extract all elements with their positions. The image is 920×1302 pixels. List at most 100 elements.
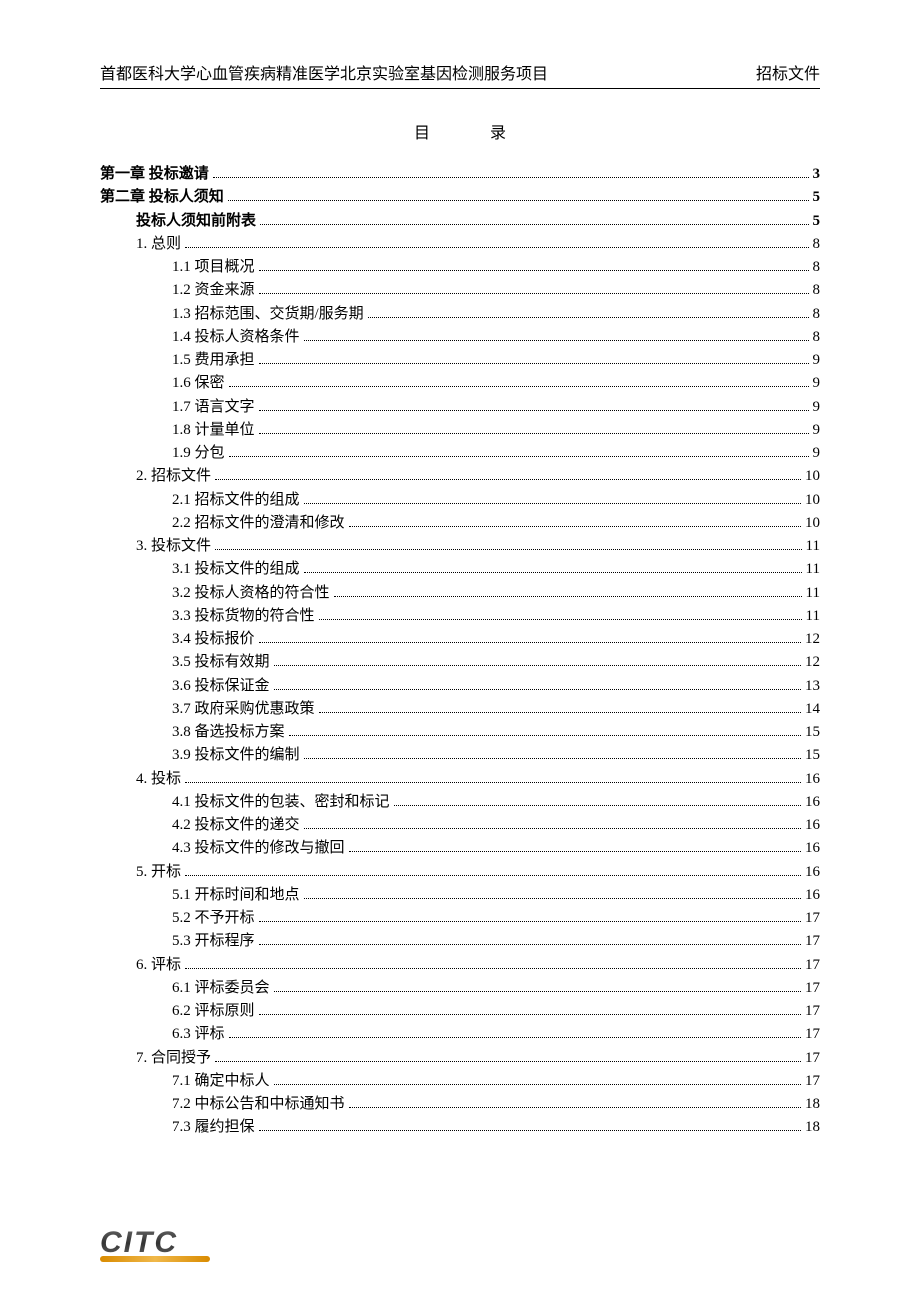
toc-page: 12 — [805, 628, 820, 651]
toc-row: 7.1 确定中标人 17 — [100, 1070, 820, 1093]
toc-page: 3 — [813, 163, 821, 186]
toc-row: 1.3 招标范围、交货期/服务期8 — [100, 303, 820, 326]
toc-row: 1.4 投标人资格条件8 — [100, 326, 820, 349]
toc-page: 10 — [805, 465, 820, 488]
header-right: 招标文件 — [756, 60, 820, 84]
toc-label: 3.2 投标人资格的符合性 — [172, 582, 330, 605]
toc-page: 10 — [805, 512, 820, 535]
toc-label: 7.2 中标公告和中标通知书 — [172, 1093, 345, 1116]
toc-page: 16 — [805, 861, 820, 884]
toc-row: 5. 开标16 — [100, 861, 820, 884]
toc-row: 4.3 投标文件的修改与撤回 16 — [100, 837, 820, 860]
toc-page: 11 — [806, 605, 820, 628]
toc-row: 1.1 项目概况8 — [100, 256, 820, 279]
toc-dots — [274, 665, 801, 666]
toc-dots — [304, 503, 801, 504]
toc-label: 4.3 投标文件的修改与撤回 — [172, 837, 345, 860]
toc-dots — [229, 456, 809, 457]
toc-page: 15 — [805, 721, 820, 744]
toc-page: 15 — [805, 744, 820, 767]
toc-row: 4.2 投标文件的递交16 — [100, 814, 820, 837]
toc-label: 1.5 费用承担 — [172, 349, 255, 372]
toc-dots — [274, 689, 801, 690]
toc-label: 第二章 投标人须知 — [100, 186, 224, 209]
toc-page: 13 — [805, 675, 820, 698]
toc-page: 17 — [805, 954, 820, 977]
toc-page: 5 — [813, 186, 821, 209]
toc-page: 17 — [805, 1047, 820, 1070]
toc-page: 17 — [805, 1023, 820, 1046]
toc-page: 16 — [805, 837, 820, 860]
toc-dots — [349, 526, 801, 527]
toc-page: 17 — [805, 1070, 820, 1093]
toc-label: 4.1 投标文件的包装、密封和标记 — [172, 791, 390, 814]
toc-label: 1.3 招标范围、交货期/服务期 — [172, 303, 364, 326]
toc-row: 7. 合同授予17 — [100, 1047, 820, 1070]
header-left: 首都医科大学心血管疾病精准医学北京实验室基因检测服务项目 — [100, 60, 548, 84]
toc-page: 17 — [805, 1000, 820, 1023]
toc-dots — [274, 991, 801, 992]
toc-label: 2.2 招标文件的澄清和修改 — [172, 512, 345, 535]
toc-label: 6.3 评标 — [172, 1023, 225, 1046]
toc-row: 3.9 投标文件的编制15 — [100, 744, 820, 767]
toc-row: 3. 投标文件 11 — [100, 535, 820, 558]
toc-page: 17 — [805, 930, 820, 953]
toc-page: 17 — [805, 907, 820, 930]
logo-text: CITC — [100, 1226, 210, 1260]
toc-row: 3.2 投标人资格的符合性 11 — [100, 582, 820, 605]
toc-label: 3.1 投标文件的组成 — [172, 558, 300, 581]
toc-row: 1.8 计量单位9 — [100, 419, 820, 442]
toc-label: 3.6 投标保证金 — [172, 675, 270, 698]
toc-dots — [185, 782, 801, 783]
toc-label: 5.1 开标时间和地点 — [172, 884, 300, 907]
toc-label: 1.6 保密 — [172, 372, 225, 395]
toc-label: 3.3 投标货物的符合性 — [172, 605, 315, 628]
toc-page: 18 — [805, 1116, 820, 1139]
toc-label: 第一章 投标邀请 — [100, 163, 209, 186]
toc-dots — [349, 851, 801, 852]
toc-label: 2. 招标文件 — [136, 465, 211, 488]
toc-dots — [304, 898, 801, 899]
toc-row: 3.7 政府采购优惠政策14 — [100, 698, 820, 721]
toc-row: 7.2 中标公告和中标通知书18 — [100, 1093, 820, 1116]
toc-page: 16 — [805, 884, 820, 907]
toc-dots — [304, 340, 809, 341]
toc-dots — [319, 712, 801, 713]
toc-row: 3.4 投标报价 12 — [100, 628, 820, 651]
toc-row: 4. 投标16 — [100, 768, 820, 791]
toc-label: 3. 投标文件 — [136, 535, 211, 558]
toc-dots — [259, 433, 809, 434]
toc-dots — [260, 224, 808, 225]
toc-page: 8 — [813, 256, 821, 279]
toc-row: 4.1 投标文件的包装、密封和标记16 — [100, 791, 820, 814]
toc-dots — [304, 758, 801, 759]
toc-row: 1.2 资金来源8 — [100, 279, 820, 302]
toc-dots — [185, 968, 801, 969]
document-page: 首都医科大学心血管疾病精准医学北京实验室基因检测服务项目 招标文件 目录 第一章… — [0, 0, 920, 1302]
toc-dots — [259, 1014, 801, 1015]
toc-page: 9 — [813, 396, 821, 419]
toc-dots — [368, 317, 809, 318]
toc-row: 1.7 语言文字9 — [100, 396, 820, 419]
toc-page: 8 — [813, 279, 821, 302]
toc-label: 7.1 确定中标人 — [172, 1070, 270, 1093]
toc-label: 1.8 计量单位 — [172, 419, 255, 442]
toc-dots — [349, 1107, 801, 1108]
toc-page: 11 — [806, 535, 820, 558]
toc-row: 3.8 备选投标方案15 — [100, 721, 820, 744]
toc-label: 投标人须知前附表 — [136, 210, 256, 233]
toc-label: 3.4 投标报价 — [172, 628, 255, 651]
toc-row: 第一章 投标邀请 3 — [100, 163, 820, 186]
toc-page: 5 — [813, 210, 821, 233]
toc-row: 6.3 评标 17 — [100, 1023, 820, 1046]
toc-dots — [185, 875, 801, 876]
toc-row: 3.5 投标有效期12 — [100, 651, 820, 674]
toc-page: 9 — [813, 372, 821, 395]
toc-dots — [259, 270, 809, 271]
toc-row: 5.3 开标程序17 — [100, 930, 820, 953]
toc-page: 11 — [806, 558, 820, 581]
toc-dots — [215, 479, 801, 480]
toc-page: 11 — [806, 582, 820, 605]
toc-row: 5.1 开标时间和地点 16 — [100, 884, 820, 907]
toc-dots — [213, 177, 809, 178]
